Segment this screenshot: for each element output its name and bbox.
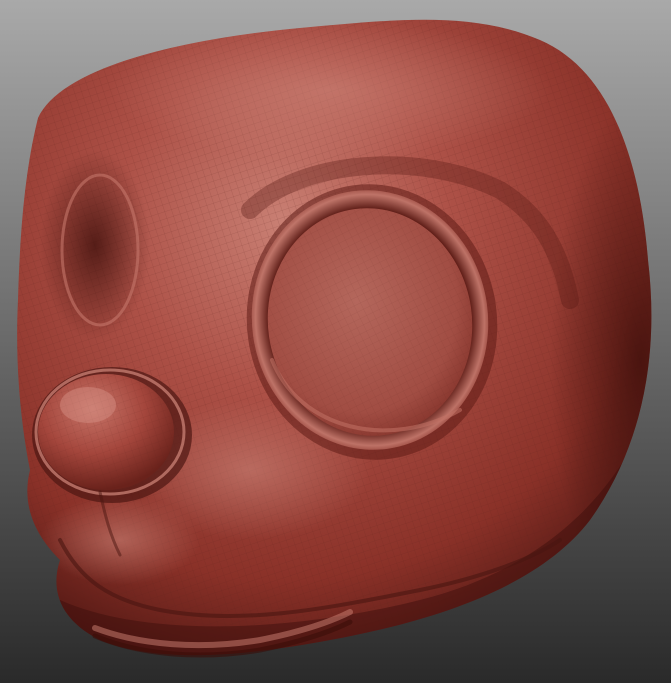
nose <box>32 367 192 503</box>
sculpt-viewport[interactable] <box>0 0 671 683</box>
muzzle-highlight <box>40 495 200 585</box>
nose-specular <box>60 387 116 423</box>
sculpt-canvas[interactable] <box>0 0 671 683</box>
far-eye-socket <box>40 150 150 340</box>
